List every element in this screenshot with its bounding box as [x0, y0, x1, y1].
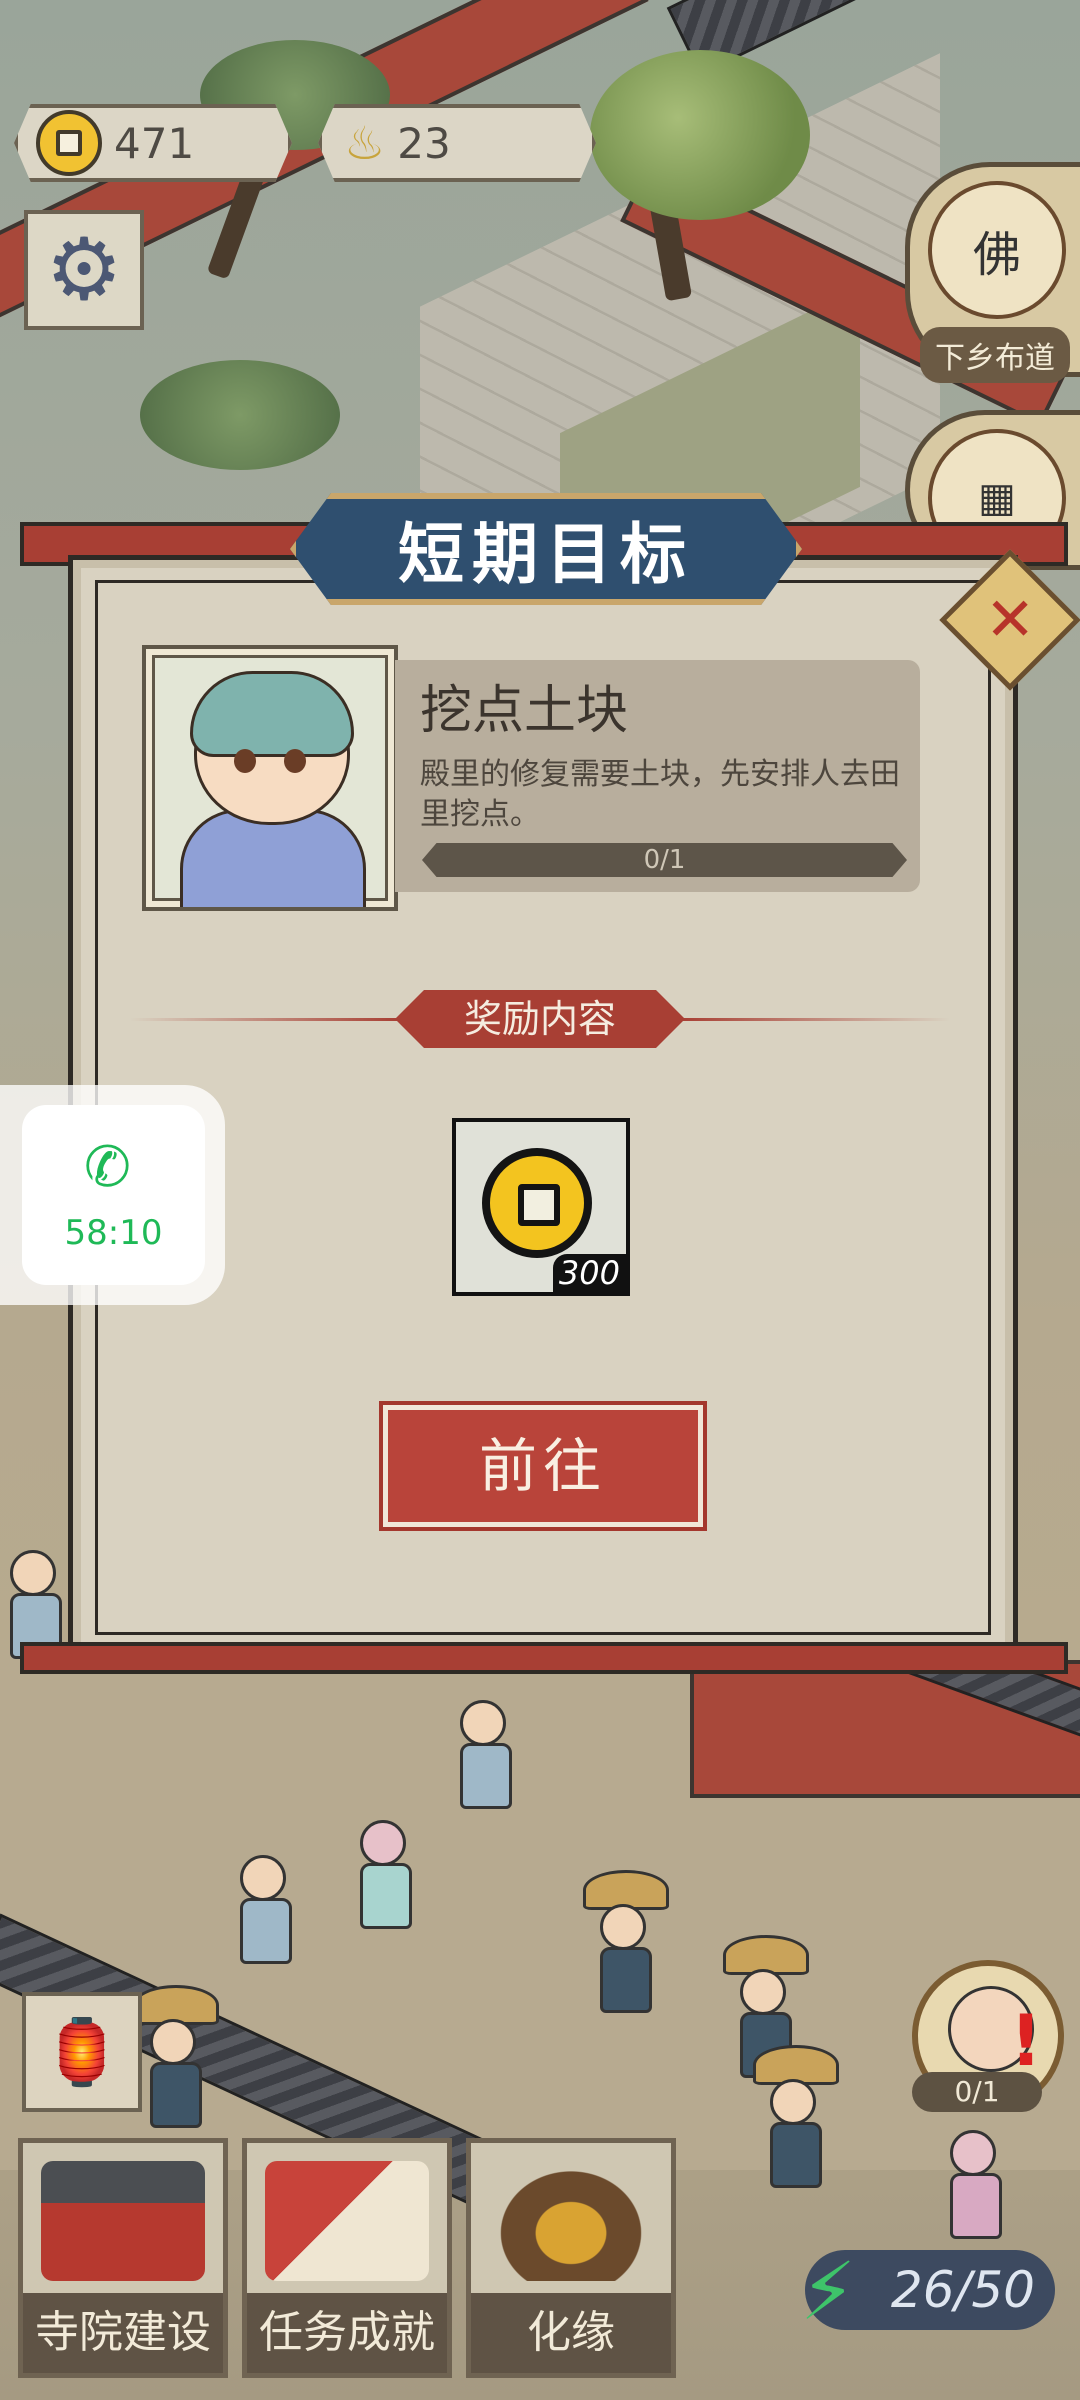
alms-bowl-icon: [489, 2161, 653, 2281]
villager[interactable]: [240, 1855, 292, 1964]
floating-call-widget[interactable]: ✆ 58:10: [0, 1085, 225, 1305]
buddha-shrine-icon: 佛: [928, 181, 1066, 319]
modal-bottom-beam: [20, 1642, 1068, 1674]
reward-divider-right: [680, 1018, 950, 1021]
temple-construction-label: 寺院建设: [23, 2293, 223, 2373]
quest-title: 挖点土块: [420, 681, 629, 741]
energy-bolt-icon: ⚡: [800, 2245, 857, 2338]
reward-divider-left: [130, 1018, 400, 1021]
go-button[interactable]: 前往: [379, 1401, 707, 1531]
coin-icon: [36, 110, 102, 176]
alms-label: 化缘: [471, 2293, 671, 2373]
reward-quantity: 300: [552, 1254, 626, 1292]
tasks-achievements-label: 任务成就: [247, 2293, 447, 2373]
alert-icon: !: [1010, 2000, 1042, 2082]
monk-hair: [190, 671, 354, 757]
farmer[interactable]: [133, 1985, 219, 2128]
dialog-title: 短期目标: [290, 493, 802, 605]
coin-counter[interactable]: 471: [14, 104, 292, 182]
tasks-achievements-button[interactable]: 任务成就: [242, 2138, 452, 2378]
temple-icon: [41, 2161, 205, 2281]
quest-progress-bar: 0/1: [422, 843, 907, 877]
incense-burner-icon: ♨: [344, 116, 386, 170]
temple-construction-button[interactable]: 寺院建设: [18, 2138, 228, 2378]
pine-canopy-2: [140, 360, 340, 470]
call-card[interactable]: ✆ 58:10: [22, 1105, 205, 1285]
phone-icon: ✆: [84, 1135, 131, 1200]
farmer[interactable]: [753, 2045, 839, 2188]
storehouse-button[interactable]: 🏮: [22, 1992, 142, 2112]
incense-value: 23: [397, 118, 451, 168]
incense-counter[interactable]: ♨ 23: [318, 104, 596, 182]
buddha-mission-button[interactable]: 佛 下乡布道: [905, 162, 1080, 383]
call-duration: 58:10: [64, 1213, 163, 1253]
monk-eye: [234, 749, 256, 773]
buddha-mission-label: 下乡布道: [920, 327, 1070, 383]
copper-coin-icon: [482, 1148, 592, 1258]
reward-header: 奖励内容: [395, 990, 685, 1048]
close-icon: ✕: [984, 585, 1036, 655]
alms-button[interactable]: 化缘: [466, 2138, 676, 2378]
monk-eye: [284, 749, 306, 773]
monk-portrait: [142, 645, 398, 911]
reward-item-slot[interactable]: 300: [452, 1118, 630, 1296]
villager[interactable]: [950, 2130, 1002, 2239]
gear-icon: ⚙: [45, 220, 123, 320]
farmer[interactable]: [583, 1870, 669, 2013]
settings-button[interactable]: ⚙: [24, 210, 144, 330]
tree-canopy: [590, 50, 810, 220]
scroll-book-icon: [265, 2161, 429, 2281]
quest-description: 殿里的修复需要土块，先安排人去田里挖点。: [420, 757, 900, 832]
villager[interactable]: [460, 1700, 512, 1809]
monk-count: 0/1: [912, 2072, 1042, 2112]
storehouse-icon: 🏮: [42, 2015, 122, 2090]
villager[interactable]: [360, 1820, 412, 1929]
coin-value: 471: [114, 118, 195, 168]
